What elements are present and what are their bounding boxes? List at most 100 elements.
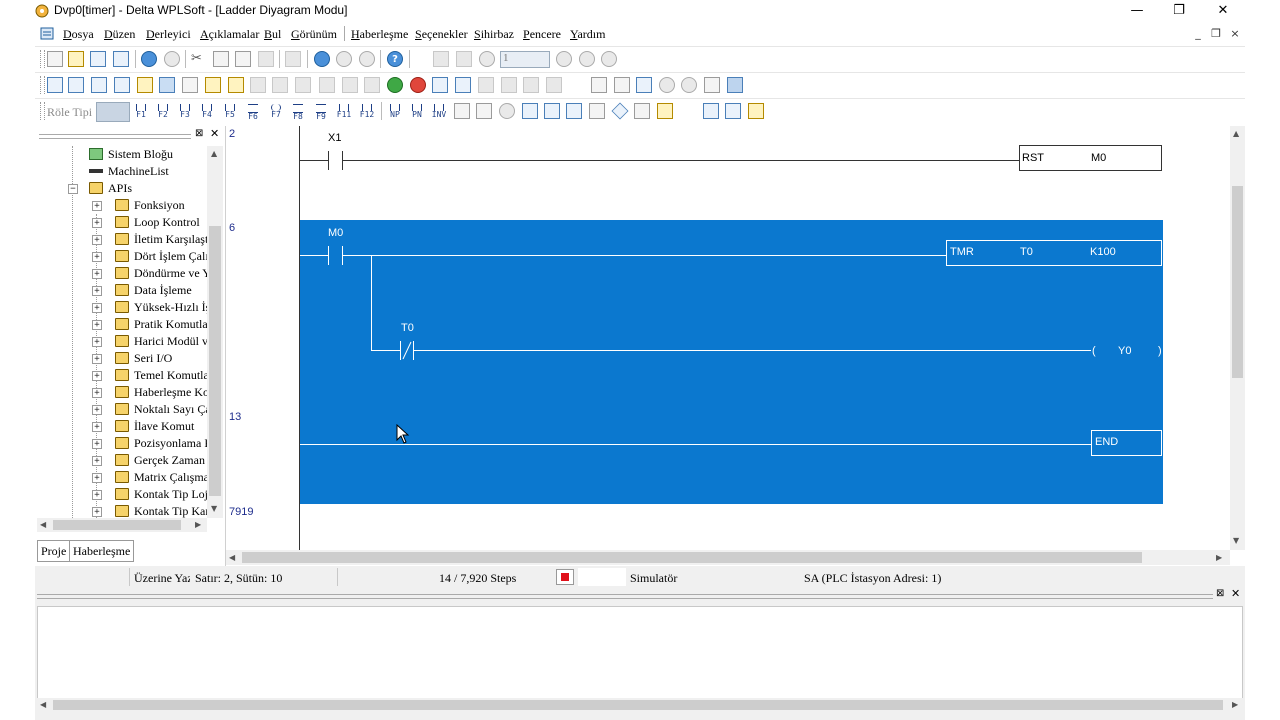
ladder-scroll-thumb[interactable]	[1232, 186, 1243, 378]
contact-x1[interactable]	[328, 151, 329, 170]
menu-pencere[interactable]: Pencere	[523, 27, 561, 42]
code-icon[interactable]	[501, 77, 517, 93]
tree-item-iletim[interactable]: + İletim Karşılaştı	[37, 231, 209, 248]
np-button[interactable]: NP	[387, 104, 403, 120]
edit-icon[interactable]	[137, 77, 153, 93]
contact-m0[interactable]	[328, 246, 329, 265]
copy-icon[interactable]	[213, 51, 229, 67]
image-icon[interactable]	[636, 77, 652, 93]
panel-pin-button[interactable]: ⊠	[195, 128, 203, 139]
tab-proje[interactable]: Proje	[37, 540, 71, 562]
ladder-vertical-scrollbar[interactable]: ▲ ▼	[1230, 126, 1245, 550]
diamond-icon[interactable]	[611, 102, 629, 120]
tree-scroll-thumb[interactable]	[209, 226, 221, 496]
run-icon[interactable]	[601, 51, 617, 67]
network-icon[interactable]	[544, 103, 560, 119]
gray-icon-4[interactable]	[523, 77, 539, 93]
menu-bul[interactable]: Bul	[264, 27, 281, 42]
output-text-area[interactable]	[37, 606, 1243, 708]
scroll-right-icon[interactable]: ▶	[1232, 700, 1238, 709]
tree-hscroll-thumb[interactable]	[53, 520, 181, 530]
tree-item-seri-io[interactable]: + Seri I/O	[37, 350, 209, 367]
expand-icon[interactable]: +	[92, 269, 102, 279]
pid-icon[interactable]	[522, 103, 538, 119]
table-icon[interactable]	[182, 77, 198, 93]
instruction-mode-icon[interactable]	[68, 77, 84, 93]
f3-contact-button[interactable]: F3	[177, 104, 193, 120]
tree-item-gercek-zaman[interactable]: + Gerçek Zaman T	[37, 452, 209, 469]
stop-plc-icon[interactable]	[410, 77, 426, 93]
mdi-close-button[interactable]: ×	[1226, 27, 1244, 40]
expand-icon[interactable]: +	[92, 388, 102, 398]
end-instruction[interactable]: END	[1091, 430, 1162, 456]
toolbar-grip[interactable]	[40, 76, 45, 94]
f5-contact-button[interactable]: F5	[222, 104, 238, 120]
ladder-icon-2[interactable]	[725, 103, 741, 119]
compile-icon[interactable]	[456, 51, 472, 67]
minimize-button[interactable]: —	[1114, 0, 1160, 22]
grid-icon[interactable]	[704, 77, 720, 93]
search-icon-1[interactable]	[659, 77, 675, 93]
expand-icon[interactable]: +	[92, 490, 102, 500]
tree-item-noktali-sayi[interactable]: + Noktalı Sayı Ça	[37, 401, 209, 418]
output-grip[interactable]	[37, 594, 1213, 599]
expand-icon[interactable]: +	[92, 252, 102, 262]
expand-icon[interactable]: +	[92, 286, 102, 296]
toolbar-grip[interactable]	[40, 102, 45, 120]
undo-icon[interactable]	[141, 51, 157, 67]
tree-item-pozisyonlama[interactable]: + Pozisyonlama K	[37, 435, 209, 452]
scroll-down-icon[interactable]: ▼	[211, 504, 217, 513]
f8-button[interactable]: F8	[290, 104, 306, 121]
search-icon-2[interactable]	[681, 77, 697, 93]
expand-icon[interactable]: +	[92, 320, 102, 330]
output-horizontal-scrollbar[interactable]: ◀ ▶	[37, 698, 1243, 712]
tree-item-ilave-komut[interactable]: + İlave Komut	[37, 418, 209, 435]
scroll-up-icon[interactable]: ▲	[211, 149, 217, 158]
help-icon[interactable]: ?	[387, 51, 403, 67]
ladder-icon[interactable]	[703, 103, 719, 119]
online-icon[interactable]	[432, 77, 448, 93]
meb-icon[interactable]	[476, 103, 492, 119]
bulb-icon[interactable]	[295, 77, 311, 93]
redo-icon[interactable]	[164, 51, 180, 67]
expand-icon[interactable]: +	[92, 473, 102, 483]
mail-icon[interactable]	[657, 103, 673, 119]
scroll-right-icon[interactable]: ▶	[195, 520, 201, 529]
expand-icon[interactable]: +	[92, 354, 102, 364]
tree-item-matrix[interactable]: + Matrix Çalışma	[37, 469, 209, 486]
tmr-instruction[interactable]: TMR T0 K100	[946, 240, 1162, 266]
f7-coil-button[interactable]: F7	[268, 104, 284, 120]
device-comment-icon[interactable]	[159, 77, 175, 93]
setup-icon[interactable]	[250, 77, 266, 93]
tree-vertical-scrollbar[interactable]: ▲ ▼	[207, 146, 223, 518]
expand-icon[interactable]: +	[92, 371, 102, 381]
ladder-mode-icon[interactable]	[47, 77, 63, 93]
ladder-horizontal-scrollbar[interactable]: ◀ ▶	[226, 550, 1230, 565]
gray-icon-3[interactable]	[364, 77, 380, 93]
tree-item-kontak-tip-kar[interactable]: + Kontak Tip Kar	[37, 503, 209, 518]
tree-item-harici-modul[interactable]: + Harici Modül ve	[37, 333, 209, 350]
expand-icon[interactable]: +	[92, 456, 102, 466]
f1-contact-button[interactable]: F1	[133, 104, 149, 120]
pn-button[interactable]: PN	[409, 104, 425, 120]
ladder-editor[interactable]: 2 X1 RST M0 6 M0 TMR T0 K100 T0 ( Y0 ) 1…	[226, 126, 1244, 550]
f12-button[interactable]: F12	[359, 104, 375, 120]
tree-item-haberlesme-kor[interactable]: + Haberleşme Kor	[37, 384, 209, 401]
expand-icon[interactable]: +	[92, 439, 102, 449]
panel-close-button[interactable]: ✕	[210, 127, 219, 140]
simulator-indicator[interactable]	[556, 569, 574, 585]
rst-instruction[interactable]: RST M0	[1019, 145, 1162, 171]
scroll-down-icon[interactable]: ▼	[1233, 536, 1239, 545]
f11-button[interactable]: F11	[336, 104, 352, 120]
mdi-restore-button[interactable]: ❐	[1207, 27, 1225, 40]
memo-icon[interactable]	[205, 77, 221, 93]
menu-yardim[interactable]: Yardım	[570, 27, 605, 42]
sfc-mode-icon[interactable]	[91, 77, 107, 93]
menu-duzen[interactable]: Düzen	[104, 27, 135, 42]
save-icon[interactable]	[90, 51, 106, 67]
stop-icon[interactable]	[556, 51, 572, 67]
scroll-up-icon[interactable]: ▲	[1233, 129, 1239, 138]
tree-item-dondurme[interactable]: + Döndürme ve Y	[37, 265, 209, 282]
list-icon-3[interactable]	[589, 103, 605, 119]
check-icon[interactable]	[478, 77, 494, 93]
